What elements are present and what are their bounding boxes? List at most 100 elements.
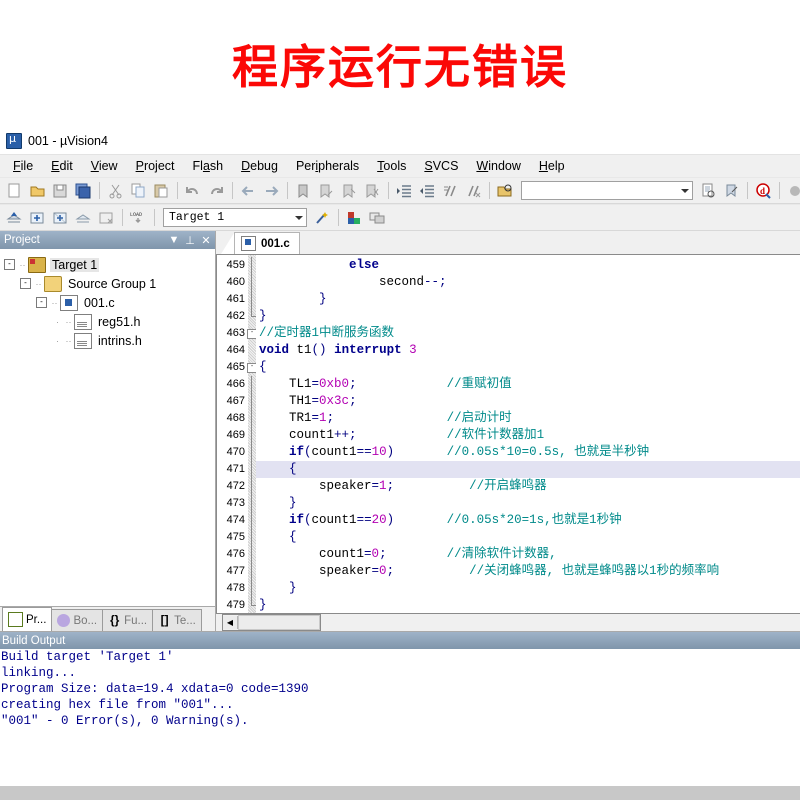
chevron-down-icon[interactable] — [295, 215, 303, 220]
search-combo[interactable] — [521, 181, 693, 200]
code-line[interactable]: speaker=1; //开启蜂鸣器 — [256, 478, 800, 495]
code-editor[interactable]: 459 460 461 462 463 464 465 466 467 468 469 470 471 4… — [216, 254, 800, 614]
tree-item[interactable]: · ·· reg51.h — [4, 312, 215, 331]
fold-marker[interactable] — [248, 546, 256, 563]
stop-build-icon[interactable] — [96, 207, 117, 228]
code-line[interactable]: else — [256, 257, 800, 274]
code-line[interactable]: TH1=0x3c; — [256, 393, 800, 410]
code-line[interactable]: } — [256, 580, 800, 597]
fold-marker[interactable] — [248, 597, 256, 613]
copy-icon[interactable] — [128, 180, 149, 201]
editor-tab-001-c[interactable]: 001.c — [234, 232, 300, 254]
manage-multi-project-icon[interactable] — [367, 207, 388, 228]
outdent-icon[interactable] — [417, 180, 438, 201]
pin-icon[interactable]: ⊥ — [183, 234, 197, 247]
menu-item-debug[interactable]: Debug — [232, 157, 287, 175]
menu-item-tools[interactable]: Tools — [368, 157, 415, 175]
tree-item[interactable]: - ·· 001.c — [4, 293, 215, 312]
code-line[interactable]: } — [256, 308, 800, 325]
code-line[interactable]: } — [256, 495, 800, 512]
comment-icon[interactable] — [440, 180, 461, 201]
new-file-icon[interactable] — [4, 180, 25, 201]
fold-marker[interactable] — [248, 529, 256, 546]
indent-icon[interactable] — [394, 180, 415, 201]
code-line[interactable]: TL1=0xb0; //重赋初值 — [256, 376, 800, 393]
bookmark-next-icon[interactable] — [339, 180, 360, 201]
build-target-icon[interactable] — [27, 207, 48, 228]
menu-item-view[interactable]: View — [82, 157, 127, 175]
fold-marker[interactable] — [248, 291, 256, 308]
menu-item-flash[interactable]: Flash — [184, 157, 233, 175]
fold-marker[interactable] — [248, 393, 256, 410]
fold-marker[interactable] — [248, 427, 256, 444]
save-icon[interactable] — [50, 180, 71, 201]
code-line[interactable]: count1++; //软件计数器加1 — [256, 427, 800, 444]
hscroll-thumb[interactable] — [238, 615, 320, 630]
menu-item-help[interactable]: Help — [530, 157, 574, 175]
code-line[interactable]: count1=0; //清除软件计数器, — [256, 546, 800, 563]
breakpoint-disabled-icon[interactable] — [785, 180, 800, 201]
menu-item-project[interactable]: Project — [127, 157, 184, 175]
fold-marker[interactable] — [248, 274, 256, 291]
code-line[interactable]: } — [256, 291, 800, 308]
rebuild-all-icon[interactable] — [50, 207, 71, 228]
fold-marker[interactable] — [248, 376, 256, 393]
open-file-icon[interactable] — [27, 180, 48, 201]
download-load-icon[interactable]: LOAD — [128, 207, 149, 228]
code-line[interactable]: //定时器1中断服务函数 — [256, 325, 800, 342]
fold-marker[interactable]: - — [247, 359, 257, 376]
chevron-down-icon[interactable] — [681, 188, 689, 193]
menu-item-svcs[interactable]: SVCS — [415, 157, 467, 175]
fold-marker[interactable] — [248, 495, 256, 512]
menu-item-peripherals[interactable]: Peripherals — [287, 157, 368, 175]
find-in-files-icon[interactable] — [698, 180, 719, 201]
paste-icon[interactable] — [151, 180, 172, 201]
fold-marker[interactable] — [248, 512, 256, 529]
menu-item-window[interactable]: Window — [467, 157, 529, 175]
fold-marker[interactable] — [248, 478, 256, 495]
code-line[interactable]: { — [256, 529, 800, 546]
editor-hscrollbar[interactable]: ◀ — [222, 614, 321, 631]
tree-item[interactable]: - ·· Target 1 — [4, 255, 215, 274]
fold-marker[interactable] — [248, 342, 256, 359]
code-line[interactable]: { — [256, 461, 800, 478]
triangle-left-icon[interactable]: ◀ — [223, 616, 238, 629]
fold-marker[interactable]: - — [247, 325, 257, 342]
open-folder-doc-icon[interactable] — [495, 180, 516, 201]
fold-margin[interactable]: -- — [247, 255, 257, 613]
tree-item[interactable]: - ·· Source Group 1 — [4, 274, 215, 293]
fold-marker[interactable] — [248, 308, 256, 325]
target-options-wizard-icon[interactable] — [312, 207, 333, 228]
tree-item[interactable]: · ·· intrins.h — [4, 331, 215, 350]
bookmark-find-icon[interactable] — [721, 180, 742, 201]
tree-toggle-icon[interactable]: - — [20, 278, 31, 289]
panel-tab-fu[interactable]: {} Fu... — [102, 609, 154, 631]
fold-marker[interactable] — [248, 580, 256, 597]
code-line[interactable]: if(count1==20) //0.05s*20=1s,也就是1秒钟 — [256, 512, 800, 529]
code-line[interactable]: { — [256, 359, 800, 376]
undo-icon[interactable] — [183, 180, 204, 201]
menu-item-edit[interactable]: Edit — [42, 157, 82, 175]
menu-item-file[interactable]: File — [4, 157, 42, 175]
project-tree[interactable]: - ·· Target 1- ·· Source Group 1- ·· 001.c · ·· r… — [0, 249, 215, 606]
cut-icon[interactable] — [105, 180, 126, 201]
redo-icon[interactable] — [206, 180, 227, 201]
code-line[interactable]: speaker=0; //关闭蜂鸣器, 也就是蜂鸣器以1秒的频率响 — [256, 563, 800, 580]
panel-tab-bo[interactable]: Bo... — [51, 609, 104, 631]
save-all-icon[interactable] — [73, 180, 94, 201]
chevron-down-icon[interactable]: ▼ — [167, 234, 181, 246]
panel-tab-te[interactable]: [] Te... — [152, 609, 202, 631]
fold-marker[interactable] — [248, 257, 256, 274]
debug-search-icon[interactable]: d — [753, 180, 774, 201]
code-line[interactable]: TR1=1; //启动计时 — [256, 410, 800, 427]
tree-toggle-icon[interactable]: - — [36, 297, 47, 308]
close-icon[interactable]: ✕ — [199, 234, 213, 247]
fold-marker[interactable] — [248, 444, 256, 461]
bookmark-clear-icon[interactable] — [362, 180, 383, 201]
panel-tab-pr[interactable]: Pr... — [2, 607, 53, 631]
tree-toggle-icon[interactable]: - — [4, 259, 15, 270]
bookmark-prev-icon[interactable] — [316, 180, 337, 201]
fold-marker[interactable] — [248, 461, 256, 478]
fold-marker[interactable] — [248, 563, 256, 580]
translate-icon[interactable] — [4, 207, 25, 228]
